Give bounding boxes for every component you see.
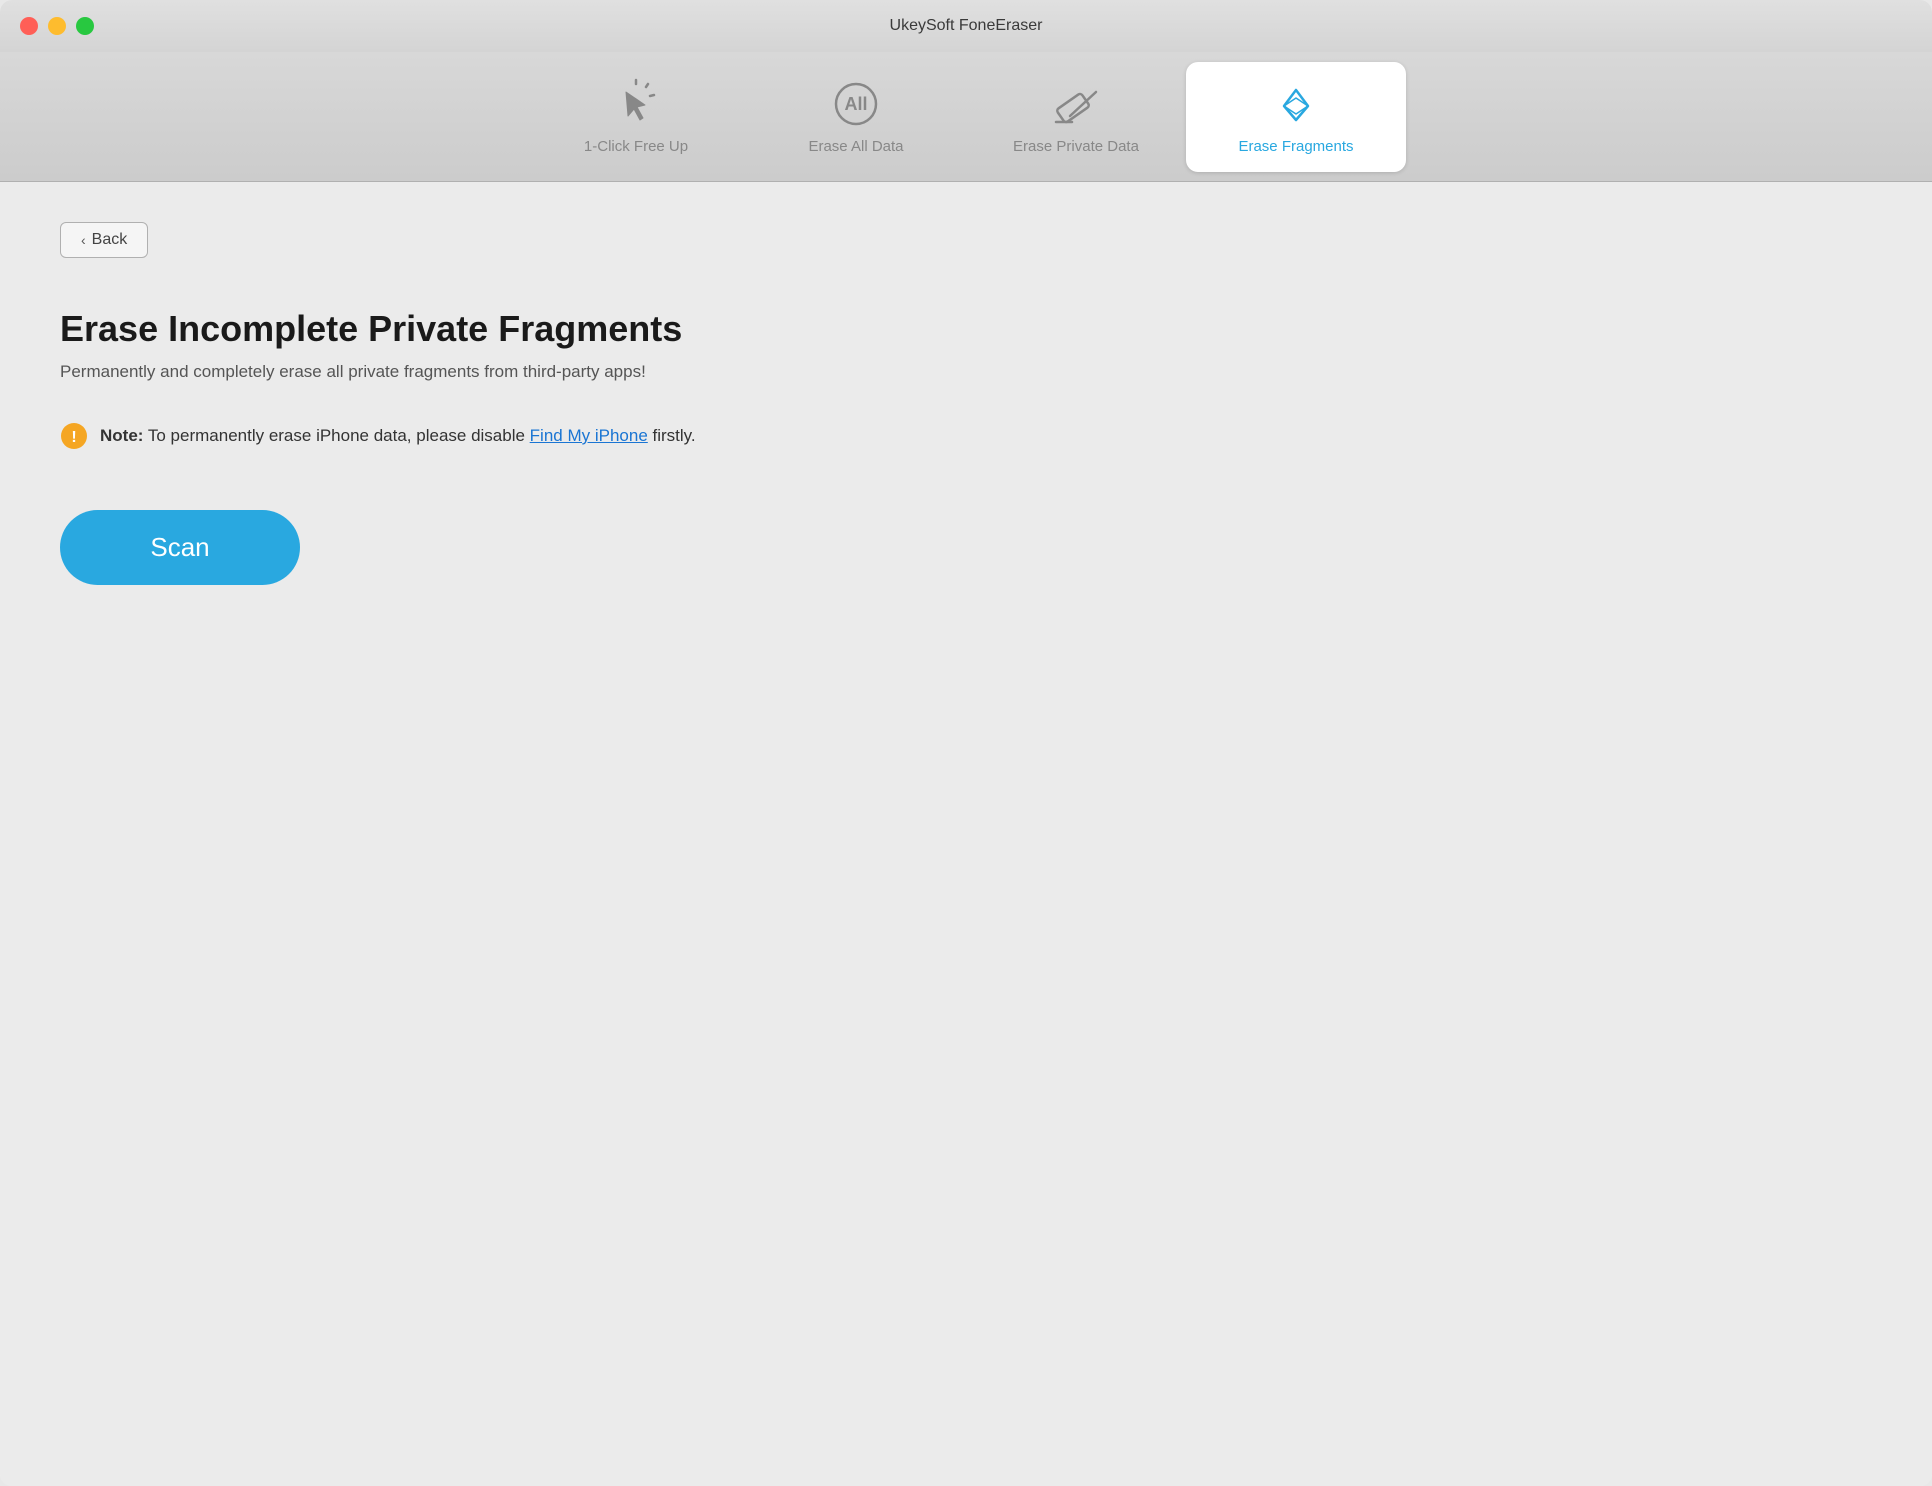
note-prefix: Note: [100, 426, 143, 445]
eraser-icon [1050, 78, 1102, 130]
diamond-eraser-icon [1270, 78, 1322, 130]
svg-text:!: ! [71, 429, 76, 446]
note-row: ! Note: To permanently erase iPhone data… [60, 422, 1872, 450]
section-title: Erase Incomplete Private Fragments [60, 308, 1872, 350]
scan-button[interactable]: Scan [60, 510, 300, 585]
tab-erase-all[interactable]: All Erase All Data [746, 62, 966, 172]
warning-icon: ! [60, 422, 88, 450]
tab-erase-fragments-label: Erase Fragments [1238, 138, 1353, 155]
tab-erase-all-label: Erase All Data [808, 138, 903, 155]
minimize-button[interactable] [48, 17, 66, 35]
tab-erase-fragments[interactable]: Erase Fragments [1186, 62, 1406, 172]
title-bar: UkeySoft FoneEraser [0, 0, 1932, 52]
window-controls [20, 17, 94, 35]
back-button-label: Back [92, 231, 128, 249]
find-my-iphone-link[interactable]: Find My iPhone [530, 426, 648, 445]
window-title: UkeySoft FoneEraser [890, 17, 1043, 35]
section-subtitle: Permanently and completely erase all pri… [60, 362, 1872, 382]
cursor-icon [610, 78, 662, 130]
tab-one-click[interactable]: 1-Click Free Up [526, 62, 746, 172]
close-button[interactable] [20, 17, 38, 35]
note-suffix: firstly. [648, 426, 696, 445]
back-arrow-icon: ‹ [81, 232, 86, 248]
main-content: ‹ Back Erase Incomplete Private Fragment… [0, 182, 1932, 1486]
all-icon: All [830, 78, 882, 130]
tab-one-click-label: 1-Click Free Up [584, 138, 688, 155]
tab-navigation: 1-Click Free Up All Erase All Data Era [0, 52, 1932, 182]
tab-erase-private[interactable]: Erase Private Data [966, 62, 1186, 172]
tab-erase-private-label: Erase Private Data [1013, 138, 1139, 155]
note-text: Note: To permanently erase iPhone data, … [100, 426, 696, 446]
maximize-button[interactable] [76, 17, 94, 35]
svg-text:All: All [844, 94, 867, 114]
back-button[interactable]: ‹ Back [60, 222, 148, 258]
note-body: To permanently erase iPhone data, please… [143, 426, 529, 445]
app-window: UkeySoft FoneEraser 1-Click Free Up [0, 0, 1932, 1486]
